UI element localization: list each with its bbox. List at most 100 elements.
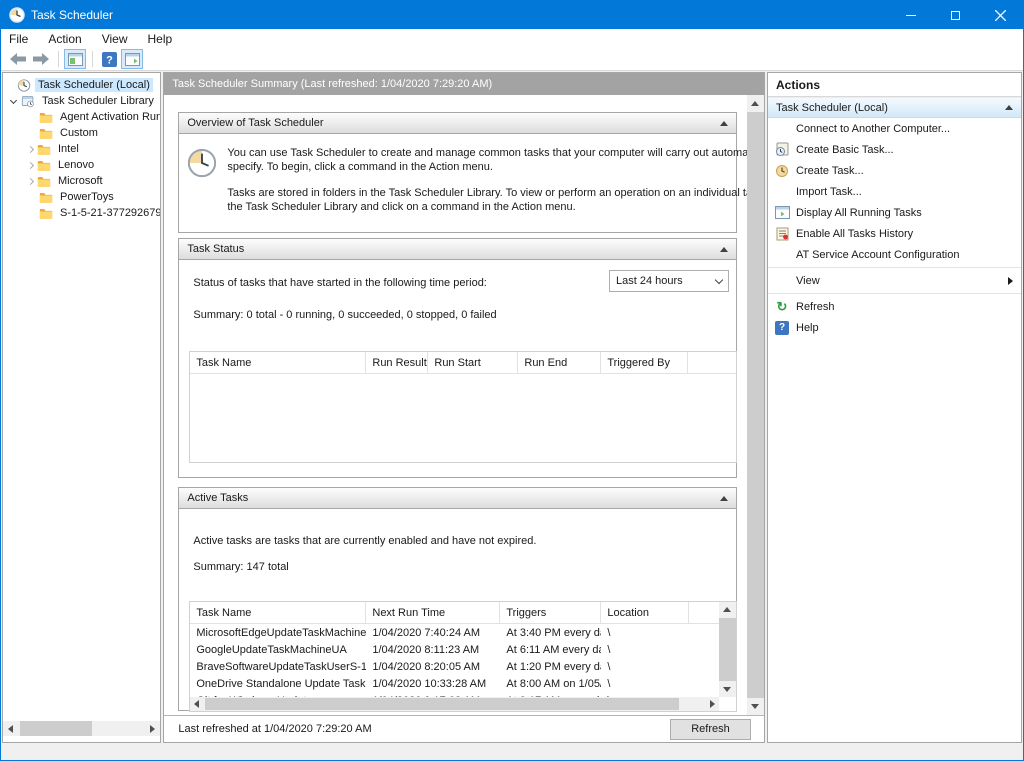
help-button[interactable]: ? bbox=[98, 49, 120, 69]
actions-separator bbox=[768, 267, 1021, 268]
last-refreshed-text: Last refreshed at 1/04/2020 7:29:20 AM bbox=[178, 723, 371, 735]
menu-help[interactable]: Help bbox=[148, 30, 183, 48]
task-status-section: Task Status Status of tasks that have st… bbox=[178, 238, 737, 478]
scroll-right-icon[interactable] bbox=[150, 725, 155, 733]
tree-item-custom[interactable]: Custom bbox=[3, 125, 160, 141]
summary-vertical-scrollbar[interactable] bbox=[747, 95, 764, 715]
column-header-task-name[interactable]: Task Name bbox=[190, 352, 366, 373]
table-row[interactable]: MicrosoftEdgeUpdateTaskMachine... 1/04/2… bbox=[190, 624, 719, 641]
tree-item-agent-activation[interactable]: Agent Activation Runt bbox=[3, 109, 160, 125]
action-display-all-running-tasks[interactable]: Display All Running Tasks bbox=[768, 202, 1021, 223]
scroll-down-icon[interactable] bbox=[751, 704, 759, 709]
scrollbar-thumb[interactable] bbox=[719, 618, 736, 681]
folder-icon bbox=[39, 191, 53, 204]
scroll-up-icon[interactable] bbox=[751, 101, 759, 106]
collapse-icon[interactable] bbox=[720, 496, 728, 501]
tree-horizontal-scrollbar[interactable] bbox=[3, 721, 160, 736]
table-horizontal-scrollbar[interactable] bbox=[190, 697, 719, 711]
chevron-right-icon[interactable] bbox=[27, 161, 34, 168]
action-view[interactable]: View bbox=[768, 270, 1021, 291]
active-tasks-summary: Summary: 147 total bbox=[193, 561, 288, 573]
overview-paragraph-1: You can use Task Scheduler to create and… bbox=[227, 146, 764, 174]
refresh-button[interactable]: Refresh bbox=[670, 719, 751, 740]
minimize-button[interactable] bbox=[888, 1, 933, 29]
time-period-dropdown[interactable]: Last 24 hours bbox=[609, 270, 729, 292]
column-header-task-name[interactable]: Task Name bbox=[190, 602, 366, 623]
task-status-section-header[interactable]: Task Status bbox=[179, 239, 736, 260]
show-console-tree-button[interactable] bbox=[64, 49, 86, 69]
tree-item-sid[interactable]: S-1-5-21-3772926790- bbox=[3, 205, 160, 221]
menu-bar: File Action View Help bbox=[1, 29, 1023, 48]
table-row[interactable]: OneDrive Standalone Update Task-... 1/04… bbox=[190, 675, 719, 692]
scrollbar-thumb[interactable] bbox=[20, 721, 92, 736]
maximize-button[interactable] bbox=[933, 1, 978, 29]
main-area: Task Scheduler (Local) Task Scheduler Li… bbox=[2, 72, 1022, 743]
actions-title: Actions bbox=[768, 73, 1021, 97]
scrollbar-thumb[interactable] bbox=[747, 112, 764, 698]
actions-group-header[interactable]: Task Scheduler (Local) bbox=[768, 97, 1021, 118]
action-create-basic-task[interactable]: Create Basic Task... bbox=[768, 139, 1021, 160]
column-header-triggered-by[interactable]: Triggered By bbox=[601, 352, 688, 373]
action-enable-all-tasks-history[interactable]: Enable All Tasks History bbox=[768, 223, 1021, 244]
summary-header: Task Scheduler Summary (Last refreshed: … bbox=[164, 73, 764, 95]
chevron-down-icon[interactable] bbox=[10, 96, 17, 103]
action-connect-to-another-computer[interactable]: Connect to Another Computer... bbox=[768, 118, 1021, 139]
tree-item-lenovo[interactable]: Lenovo bbox=[3, 157, 160, 173]
column-header-next-run-time[interactable]: Next Run Time bbox=[366, 602, 500, 623]
action-refresh[interactable]: ↻ Refresh bbox=[768, 296, 1021, 317]
action-pane-icon bbox=[125, 53, 140, 66]
action-import-task[interactable]: Import Task... bbox=[768, 181, 1021, 202]
action-help[interactable]: ? Help bbox=[768, 317, 1021, 338]
tree-item-library[interactable]: Task Scheduler Library bbox=[3, 93, 160, 109]
scroll-right-icon[interactable] bbox=[710, 700, 715, 708]
tree-item-powertoys[interactable]: PowerToys bbox=[3, 189, 160, 205]
summary-panel: Task Scheduler Summary (Last refreshed: … bbox=[163, 72, 765, 743]
task-status-summary: Summary: 0 total - 0 running, 0 succeede… bbox=[193, 309, 496, 321]
collapse-icon[interactable] bbox=[720, 247, 728, 252]
collapse-icon[interactable] bbox=[720, 121, 728, 126]
menu-view[interactable]: View bbox=[102, 30, 138, 48]
table-vertical-scrollbar[interactable] bbox=[719, 602, 736, 697]
tree-item-microsoft[interactable]: Microsoft bbox=[3, 173, 160, 189]
tree-item-task-scheduler-local[interactable]: Task Scheduler (Local) bbox=[3, 77, 160, 93]
column-header-run-end[interactable]: Run End bbox=[518, 352, 601, 373]
action-at-service-account-configuration[interactable]: AT Service Account Configuration bbox=[768, 244, 1021, 265]
collapse-icon[interactable] bbox=[1005, 105, 1013, 110]
window-title: Task Scheduler bbox=[31, 8, 113, 22]
column-header-run-start[interactable]: Run Start bbox=[428, 352, 518, 373]
tree-item-intel[interactable]: Intel bbox=[3, 141, 160, 157]
scroll-left-icon[interactable] bbox=[194, 700, 199, 708]
chevron-right-icon[interactable] bbox=[27, 145, 34, 152]
column-header-run-result[interactable]: Run Result bbox=[366, 352, 428, 373]
forward-arrow-icon bbox=[33, 53, 49, 65]
scroll-up-icon[interactable] bbox=[723, 607, 731, 612]
tasks-history-icon bbox=[776, 227, 789, 241]
folder-icon bbox=[39, 111, 53, 124]
scroll-left-icon[interactable] bbox=[8, 725, 13, 733]
back-arrow-icon bbox=[10, 53, 26, 65]
menu-file[interactable]: File bbox=[9, 30, 38, 48]
toolbar-separator bbox=[58, 51, 59, 67]
active-tasks-description: Active tasks are tasks that are currentl… bbox=[193, 535, 536, 547]
scrollbar-thumb[interactable] bbox=[205, 698, 679, 710]
column-header-location[interactable]: Location bbox=[601, 602, 689, 623]
overview-section-header[interactable]: Overview of Task Scheduler bbox=[179, 113, 736, 134]
console-tree-icon bbox=[68, 53, 83, 66]
active-tasks-section-header[interactable]: Active Tasks bbox=[179, 488, 736, 509]
actions-separator bbox=[768, 293, 1021, 294]
show-action-pane-button[interactable] bbox=[121, 49, 143, 69]
toolbar-separator bbox=[92, 51, 93, 67]
menu-action[interactable]: Action bbox=[48, 30, 91, 48]
forward-button[interactable] bbox=[30, 49, 52, 69]
action-create-task[interactable]: Create Task... bbox=[768, 160, 1021, 181]
close-button[interactable] bbox=[978, 1, 1023, 29]
toolbar: ? bbox=[1, 48, 1023, 71]
column-header-triggers[interactable]: Triggers bbox=[500, 602, 601, 623]
scroll-down-icon[interactable] bbox=[723, 687, 731, 692]
overview-section: Overview of Task Scheduler You can use bbox=[178, 112, 737, 233]
table-row[interactable]: BraveSoftwareUpdateTaskUserS-1-... 1/04/… bbox=[190, 658, 719, 675]
back-button[interactable] bbox=[7, 49, 29, 69]
chevron-right-icon[interactable] bbox=[27, 177, 34, 184]
table-row[interactable]: GoogleUpdateTaskMachineUA 1/04/2020 8:11… bbox=[190, 641, 719, 658]
app-clock-icon bbox=[9, 7, 25, 23]
